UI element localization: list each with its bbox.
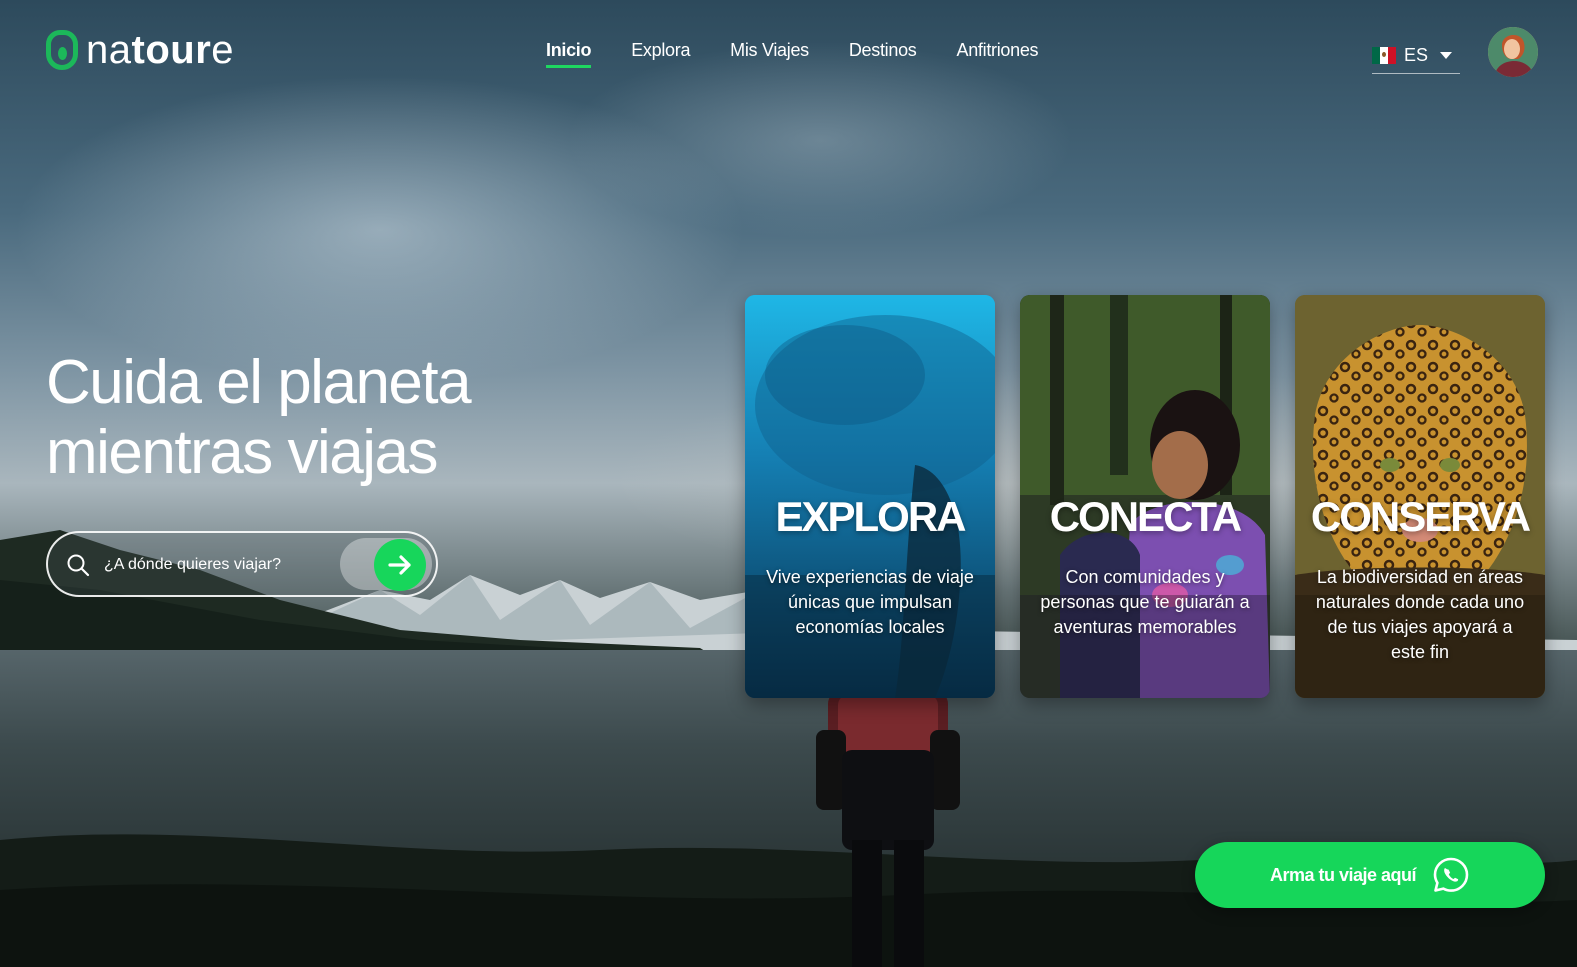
search-submit-button[interactable] bbox=[374, 539, 426, 591]
nav-item-destinos[interactable]: Destinos bbox=[849, 40, 917, 68]
hero-headline-line1: Cuida el planeta bbox=[46, 348, 472, 417]
language-code: ES bbox=[1404, 45, 1429, 65]
nav-item-inicio[interactable]: Inicio bbox=[546, 40, 592, 68]
hiker-silhouette bbox=[816, 690, 960, 967]
whatsapp-cta-label: Arma tu viaje aquí bbox=[1269, 864, 1417, 885]
nav-item-mis-viajes[interactable]: Mis Viajes bbox=[730, 40, 809, 68]
search-input[interactable] bbox=[102, 549, 336, 581]
search-icon bbox=[67, 554, 90, 577]
language-selector[interactable]: ES bbox=[1372, 38, 1460, 74]
card-explora-description: Vive experiencias de viaje únicas que im… bbox=[766, 567, 974, 637]
hero-headline: Cuida el planeta mientras viajas bbox=[46, 348, 472, 488]
card-conserva[interactable]: CONSERVA La biodiversidad en áreas natur… bbox=[1295, 295, 1545, 698]
logo-text: natoure bbox=[86, 28, 235, 72]
mexico-flag-icon bbox=[1372, 47, 1396, 64]
card-conecta-title: CONECTA bbox=[1049, 493, 1243, 540]
chevron-down-icon bbox=[1440, 52, 1453, 59]
card-conecta[interactable]: CONECTA Con comunidades y personas que t… bbox=[1020, 295, 1270, 698]
card-conserva-description: La biodiversidad en áreas naturales dond… bbox=[1315, 567, 1525, 662]
whatsapp-icon bbox=[1433, 857, 1469, 892]
whatsapp-cta-button[interactable]: Arma tu viaje aquí bbox=[1195, 842, 1545, 908]
hero-headline-line2: mientras viajas bbox=[46, 418, 438, 487]
nav-item-anfitriones[interactable]: Anfitriones bbox=[957, 40, 1039, 68]
main-nav: Inicio Explora Mis Viajes Destinos Anfit… bbox=[546, 40, 1078, 68]
card-explora-title: EXPLORA bbox=[775, 493, 966, 540]
card-explora[interactable]: EXPLORA Vive experiencias de viaje única… bbox=[745, 295, 995, 698]
logo-icon bbox=[46, 30, 78, 70]
card-conserva-title: CONSERVA bbox=[1310, 493, 1531, 540]
user-avatar-image bbox=[1488, 27, 1538, 77]
card-conecta-description: Con comunidades y personas que te guiará… bbox=[1040, 567, 1250, 637]
search-bar bbox=[46, 531, 438, 597]
nav-item-explora[interactable]: Explora bbox=[631, 40, 690, 68]
user-avatar[interactable] bbox=[1488, 27, 1538, 77]
logo[interactable]: natoure bbox=[46, 30, 234, 70]
arrow-right-icon bbox=[388, 555, 411, 575]
